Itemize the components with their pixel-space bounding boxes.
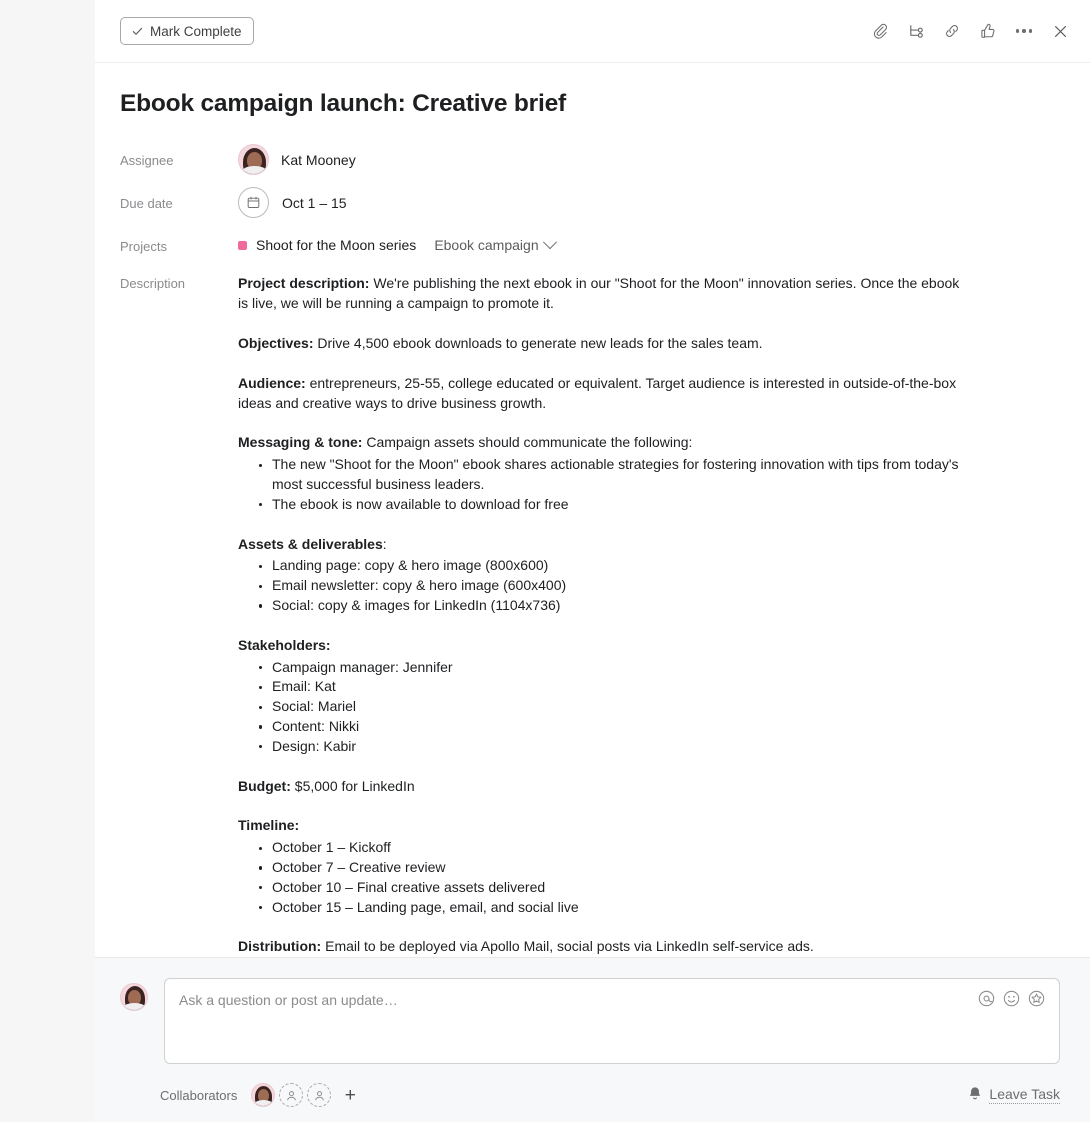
project-primary-label: Shoot for the Moon series <box>256 237 417 254</box>
avatar <box>238 144 269 176</box>
avatar <box>120 983 148 1011</box>
avatar[interactable] <box>251 1083 276 1107</box>
attach-icon[interactable] <box>868 19 892 43</box>
page-title: Ebook campaign launch: Creative brief <box>120 90 566 117</box>
audience-heading: Audience: <box>238 374 306 391</box>
collaborator-placeholder-icon[interactable] <box>307 1083 332 1107</box>
messaging-list: The new "Shoot for the Moon" ebook share… <box>238 455 968 514</box>
more-dots <box>1015 29 1033 33</box>
projects-label: Projects <box>120 239 167 255</box>
audience-text: entrepreneurs, 25-55, college educated o… <box>238 374 957 411</box>
collaborators-list: + <box>251 1083 361 1107</box>
comment-placeholder: Ask a question or post an update… <box>179 992 398 1008</box>
comment-composer-area: Ask a question or post an update… <box>95 958 1090 1068</box>
task-header-toolbar: Mark Complete <box>95 0 1090 63</box>
list-item: October 15 – Landing page, email, and so… <box>259 898 968 918</box>
field-description: Description Project description: We're p… <box>120 274 1060 957</box>
field-projects: Projects Shoot for the Moon series Ebook… <box>120 230 1060 260</box>
description-paragraph-audience: Audience: entrepreneurs, 25-55, college … <box>238 374 968 414</box>
collaborator-placeholder-icon[interactable] <box>279 1083 304 1107</box>
budget-heading: Budget: <box>238 777 291 794</box>
list-item: Design: Kabir <box>259 737 968 757</box>
chevron-down-icon <box>542 235 557 250</box>
assets-heading: Assets & deliverables <box>238 535 383 552</box>
composer-icons <box>978 990 1045 1007</box>
mention-icon[interactable] <box>978 990 995 1007</box>
list-item: Social: copy & images for LinkedIn (1104… <box>259 596 968 616</box>
assets-list: Landing page: copy & hero image (800x600… <box>238 556 968 615</box>
list-item: Landing page: copy & hero image (800x600… <box>259 556 968 576</box>
list-item: October 1 – Kickoff <box>259 838 968 858</box>
project-description-heading: Project description: <box>238 275 370 292</box>
project-chip-primary[interactable]: Shoot for the Moon series <box>238 237 416 253</box>
comment-composer-row: Ask a question or post an update… <box>120 978 1060 1064</box>
budget-text: $5,000 for LinkedIn <box>290 777 415 794</box>
comment-input[interactable]: Ask a question or post an update… <box>164 978 1060 1064</box>
description-body[interactable]: Project description: We're publishing th… <box>238 274 968 957</box>
list-item: October 10 – Final creative assets deliv… <box>259 878 968 898</box>
description-paragraph-distribution: Distribution: Email to be deployed via A… <box>238 937 968 957</box>
mark-complete-button[interactable]: Mark Complete <box>120 17 254 45</box>
assignee-value[interactable]: Kat Mooney <box>238 144 1060 176</box>
leave-task-button[interactable]: Leave Task <box>968 1086 1060 1104</box>
distribution-text: Email to be deployed via Apollo Mail, so… <box>321 938 814 955</box>
list-item: Content: Nikki <box>259 717 968 737</box>
description-label: Description <box>120 276 186 292</box>
project-color-dot <box>238 240 247 250</box>
description-paragraph-timeline: Timeline: <box>238 816 968 836</box>
list-item: The ebook is now available to download f… <box>259 495 968 515</box>
close-icon[interactable] <box>1048 19 1072 43</box>
like-icon[interactable] <box>976 19 1000 43</box>
assets-heading-suffix: : <box>382 535 387 552</box>
calendar-icon[interactable] <box>238 187 269 219</box>
description-paragraph-project: Project description: We're publishing th… <box>238 274 968 314</box>
task-body: Ebook campaign launch: Creative brief As… <box>95 63 1090 958</box>
description-paragraph-objectives: Objectives: Drive 4,500 ebook downloads … <box>238 334 968 354</box>
sticker-icon[interactable] <box>1028 990 1045 1007</box>
assignee-name: Kat Mooney <box>281 151 356 168</box>
due-date-text: Oct 1 – 15 <box>282 194 347 211</box>
list-item: October 7 – Creative review <box>259 858 968 878</box>
stakeholders-heading: Stakeholders: <box>238 636 331 653</box>
task-detail-pane: Mark Complete Ebook campaign launch: Cre… <box>95 0 1090 1122</box>
list-item: Social: Mariel <box>259 697 968 717</box>
add-collaborator-button[interactable]: + <box>339 1084 361 1106</box>
objectives-heading: Objectives: <box>238 334 314 351</box>
due-date-value[interactable]: Oct 1 – 15 <box>238 187 1060 219</box>
due-date-label: Due date <box>120 196 173 212</box>
subtask-icon[interactable] <box>904 19 928 43</box>
list-item: Campaign manager: Jennifer <box>259 658 968 678</box>
link-icon[interactable] <box>940 19 964 43</box>
list-item: The new "Shoot for the Moon" ebook share… <box>259 455 968 495</box>
leave-task-label: Leave Task <box>989 1086 1060 1104</box>
project-chip-secondary[interactable]: Ebook campaign <box>434 235 557 254</box>
projects-value: Shoot for the Moon series Ebook campaign <box>238 230 1060 260</box>
check-icon <box>132 26 143 37</box>
collaborators-label: Collaborators <box>160 1087 238 1103</box>
list-item: Email newsletter: copy & hero image (600… <box>259 576 968 596</box>
field-due-date: Due date Oct 1 – 15 <box>120 187 1060 219</box>
emoji-icon[interactable] <box>1003 990 1020 1007</box>
distribution-heading: Distribution: <box>238 938 322 955</box>
description-paragraph-stakeholders: Stakeholders: <box>238 636 968 656</box>
timeline-heading: Timeline: <box>238 817 300 834</box>
list-item: Email: Kat <box>259 677 968 697</box>
bell-icon <box>968 1086 982 1104</box>
task-footer: Collaborators + Leave Task <box>95 1068 1090 1122</box>
description-paragraph-messaging: Messaging & tone: Campaign assets should… <box>238 433 968 453</box>
timeline-list: October 1 – Kickoff October 7 – Creative… <box>238 838 968 917</box>
project-secondary-label: Ebook campaign <box>434 237 539 254</box>
objectives-text: Drive 4,500 ebook downloads to generate … <box>313 334 763 351</box>
more-options-icon[interactable] <box>1012 19 1036 43</box>
mark-complete-label: Mark Complete <box>150 23 242 39</box>
messaging-heading: Messaging & tone: <box>238 434 363 451</box>
stakeholders-list: Campaign manager: Jennifer Email: Kat So… <box>238 658 968 757</box>
description-paragraph-budget: Budget: $5,000 for LinkedIn <box>238 777 968 797</box>
header-actions <box>868 19 1072 43</box>
assignee-label: Assignee <box>120 153 174 169</box>
field-assignee: Assignee Kat Mooney <box>120 144 1060 176</box>
messaging-text: Campaign assets should communicate the f… <box>362 434 693 451</box>
description-paragraph-assets: Assets & deliverables: <box>238 535 968 555</box>
